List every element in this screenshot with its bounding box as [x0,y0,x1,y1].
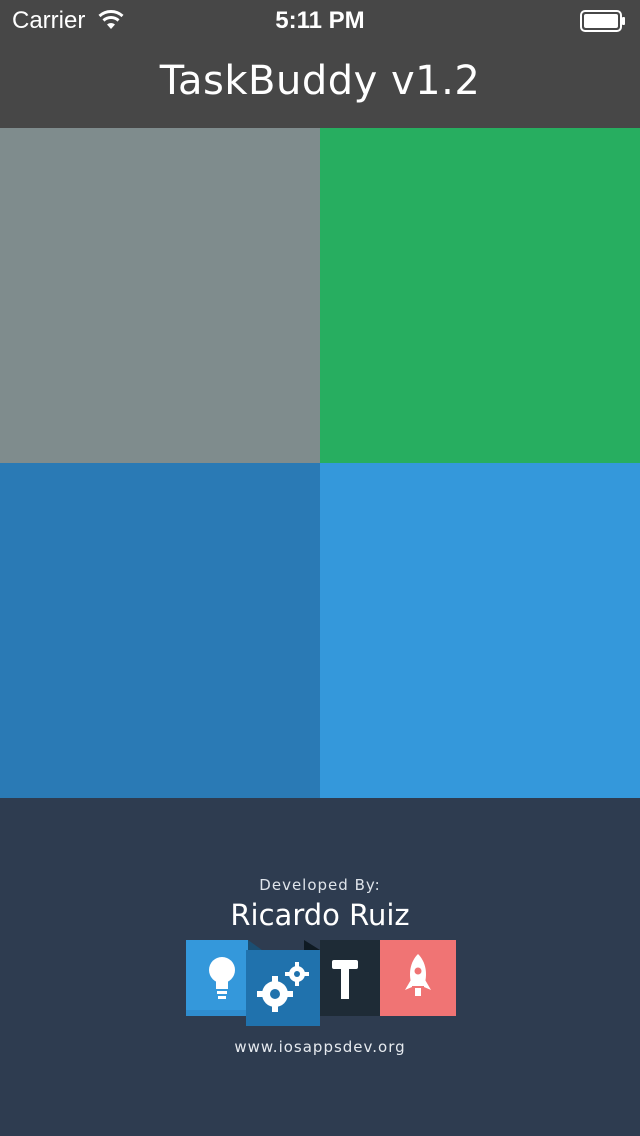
rocket-icon [380,940,456,1016]
developer-logo [186,940,456,1026]
developed-by-label: Developed By: [259,876,381,894]
credits-footer: Developed By: Ricardo Ruiz www.iosappsde… [0,798,640,1136]
website-link[interactable]: www.iosappsdev.org [0,1038,640,1056]
clock: 5:11 PM [275,7,365,34]
gears-icon [246,940,320,1026]
app-title: TaskBuddy v1.2 [159,58,481,104]
tile-light-blue[interactable] [320,463,640,798]
tile-green[interactable] [320,128,640,463]
battery-icon [580,10,625,32]
nav-bar: TaskBuddy v1.2 [0,40,640,128]
tile-dark-blue[interactable] [0,463,320,798]
lightbulb-icon [186,940,248,1016]
status-bar: Carrier 5:11 PM [0,0,640,40]
tile-gray[interactable] [0,128,320,463]
developer-name: Ricardo Ruiz [230,898,410,932]
